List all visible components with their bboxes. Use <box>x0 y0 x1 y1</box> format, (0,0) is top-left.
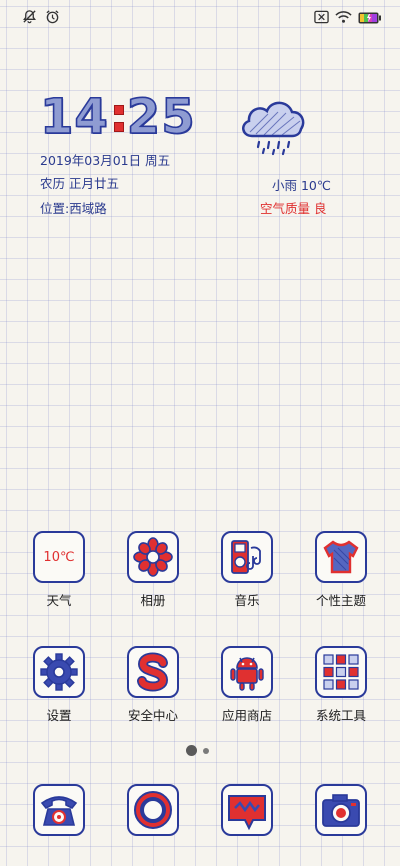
messages-icon <box>221 784 273 836</box>
weather-temp-icon: 10℃ <box>33 531 85 583</box>
app-label: 安全中心 <box>127 708 178 723</box>
app-tools[interactable]: 系统工具 <box>301 646 381 724</box>
app-label: 系统工具 <box>315 708 366 723</box>
app-security[interactable]: 安全中心 <box>113 646 193 724</box>
app-label: 个性主题 <box>315 593 366 608</box>
browser-icon <box>127 784 179 836</box>
phone-icon <box>33 784 85 836</box>
lunar-date-text: 农历 正月廿五 <box>40 176 119 191</box>
weather-tile-temp: 10℃ <box>43 549 75 565</box>
clock-hours: 14 <box>39 88 109 146</box>
location-text: 位置:西域路 <box>40 201 107 216</box>
gallery-flower-icon <box>127 531 179 583</box>
dock-browser[interactable] <box>113 784 193 836</box>
security-s-icon <box>127 646 179 698</box>
wifi-icon <box>335 9 352 28</box>
app-store[interactable]: 应用商店 <box>207 646 287 724</box>
settings-gear-icon <box>33 646 85 698</box>
app-gallery[interactable]: 相册 <box>113 531 193 609</box>
app-label: 相册 <box>140 593 166 608</box>
notifications-off-icon <box>22 9 37 28</box>
page-dot[interactable] <box>203 747 209 754</box>
android-store-icon <box>221 646 273 698</box>
page-indicator[interactable] <box>186 745 209 756</box>
camera-icon <box>315 784 367 836</box>
weather-condition-text: 小雨 10℃ <box>272 178 331 193</box>
theme-shirt-icon <box>315 531 367 583</box>
clock-minutes: 25 <box>126 88 196 146</box>
status-bar <box>0 0 400 34</box>
app-music[interactable]: 音乐 <box>207 531 287 609</box>
app-label: 天气 <box>46 593 72 608</box>
clock-colon <box>113 95 124 139</box>
dock-messages[interactable] <box>207 784 287 836</box>
app-themes[interactable]: 个性主题 <box>301 531 381 609</box>
music-player-icon <box>221 531 273 583</box>
app-settings[interactable]: 设置 <box>19 646 99 724</box>
dock-phone[interactable] <box>19 784 99 836</box>
app-label: 设置 <box>46 708 72 723</box>
app-label: 应用商店 <box>221 708 272 723</box>
date-text: 2019年03月01日 周五 <box>40 153 171 168</box>
clock-widget[interactable]: 14 25 <box>39 88 196 146</box>
app-weather[interactable]: 10℃ 天气 <box>19 531 99 609</box>
battery-icon <box>358 9 382 28</box>
tools-grid-icon <box>315 646 367 698</box>
dock-camera[interactable] <box>301 784 381 836</box>
air-quality-text: 空气质量 良 <box>260 201 327 216</box>
alarm-icon <box>45 9 60 28</box>
sim-x-icon <box>314 9 329 28</box>
rain-cloud-icon[interactable] <box>238 96 308 162</box>
app-label: 音乐 <box>234 593 260 608</box>
page-dot-active[interactable] <box>186 745 197 756</box>
